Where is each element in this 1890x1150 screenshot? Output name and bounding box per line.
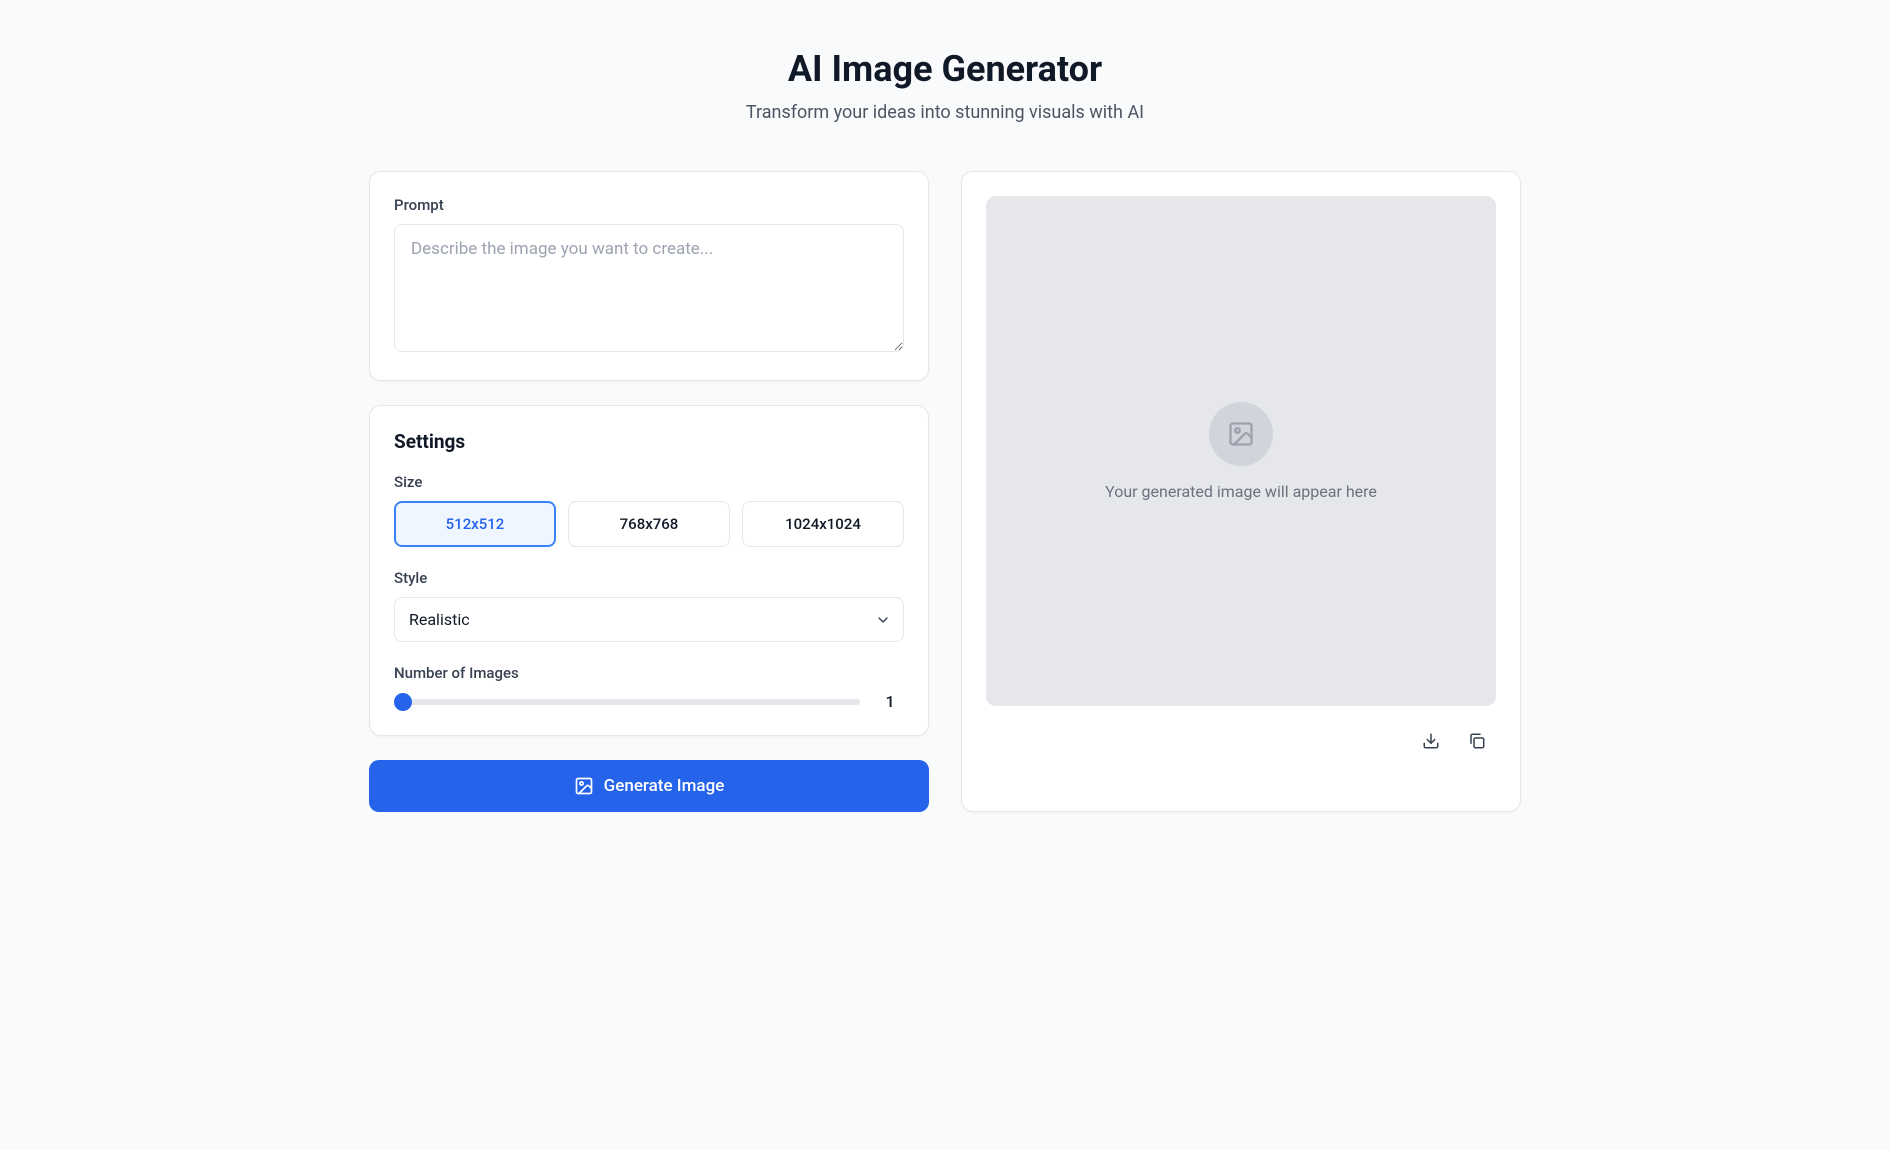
result-card: Your generated image will appear here bbox=[961, 171, 1521, 812]
image-icon bbox=[1227, 420, 1255, 448]
page-title: AI Image Generator bbox=[369, 48, 1521, 90]
generate-button[interactable]: Generate Image bbox=[369, 760, 929, 812]
count-value: 1 bbox=[876, 692, 904, 711]
style-label: Style bbox=[394, 569, 904, 587]
image-placeholder: Your generated image will appear here bbox=[986, 196, 1496, 706]
placeholder-icon-circle bbox=[1209, 402, 1273, 466]
prompt-label: Prompt bbox=[394, 196, 904, 214]
placeholder-text: Your generated image will appear here bbox=[1105, 482, 1377, 501]
settings-heading: Settings bbox=[394, 430, 904, 453]
size-option-1024[interactable]: 1024x1024 bbox=[742, 501, 904, 547]
page-subtitle: Transform your ideas into stunning visua… bbox=[369, 102, 1521, 123]
page-header: AI Image Generator Transform your ideas … bbox=[369, 48, 1521, 123]
copy-button[interactable] bbox=[1458, 722, 1496, 760]
size-option-512[interactable]: 512x512 bbox=[394, 501, 556, 547]
download-icon bbox=[1422, 732, 1440, 750]
count-label: Number of Images bbox=[394, 664, 904, 682]
size-label: Size bbox=[394, 473, 904, 491]
prompt-card: Prompt bbox=[369, 171, 929, 381]
settings-card: Settings Size 512x512 768x768 1024x1024 … bbox=[369, 405, 929, 736]
count-slider[interactable] bbox=[394, 699, 860, 705]
image-icon bbox=[574, 776, 594, 796]
copy-icon bbox=[1468, 732, 1486, 750]
generate-button-label: Generate Image bbox=[604, 776, 725, 796]
download-button[interactable] bbox=[1412, 722, 1450, 760]
style-select[interactable]: Realistic bbox=[394, 597, 904, 642]
size-option-768[interactable]: 768x768 bbox=[568, 501, 730, 547]
prompt-input[interactable] bbox=[394, 224, 904, 352]
